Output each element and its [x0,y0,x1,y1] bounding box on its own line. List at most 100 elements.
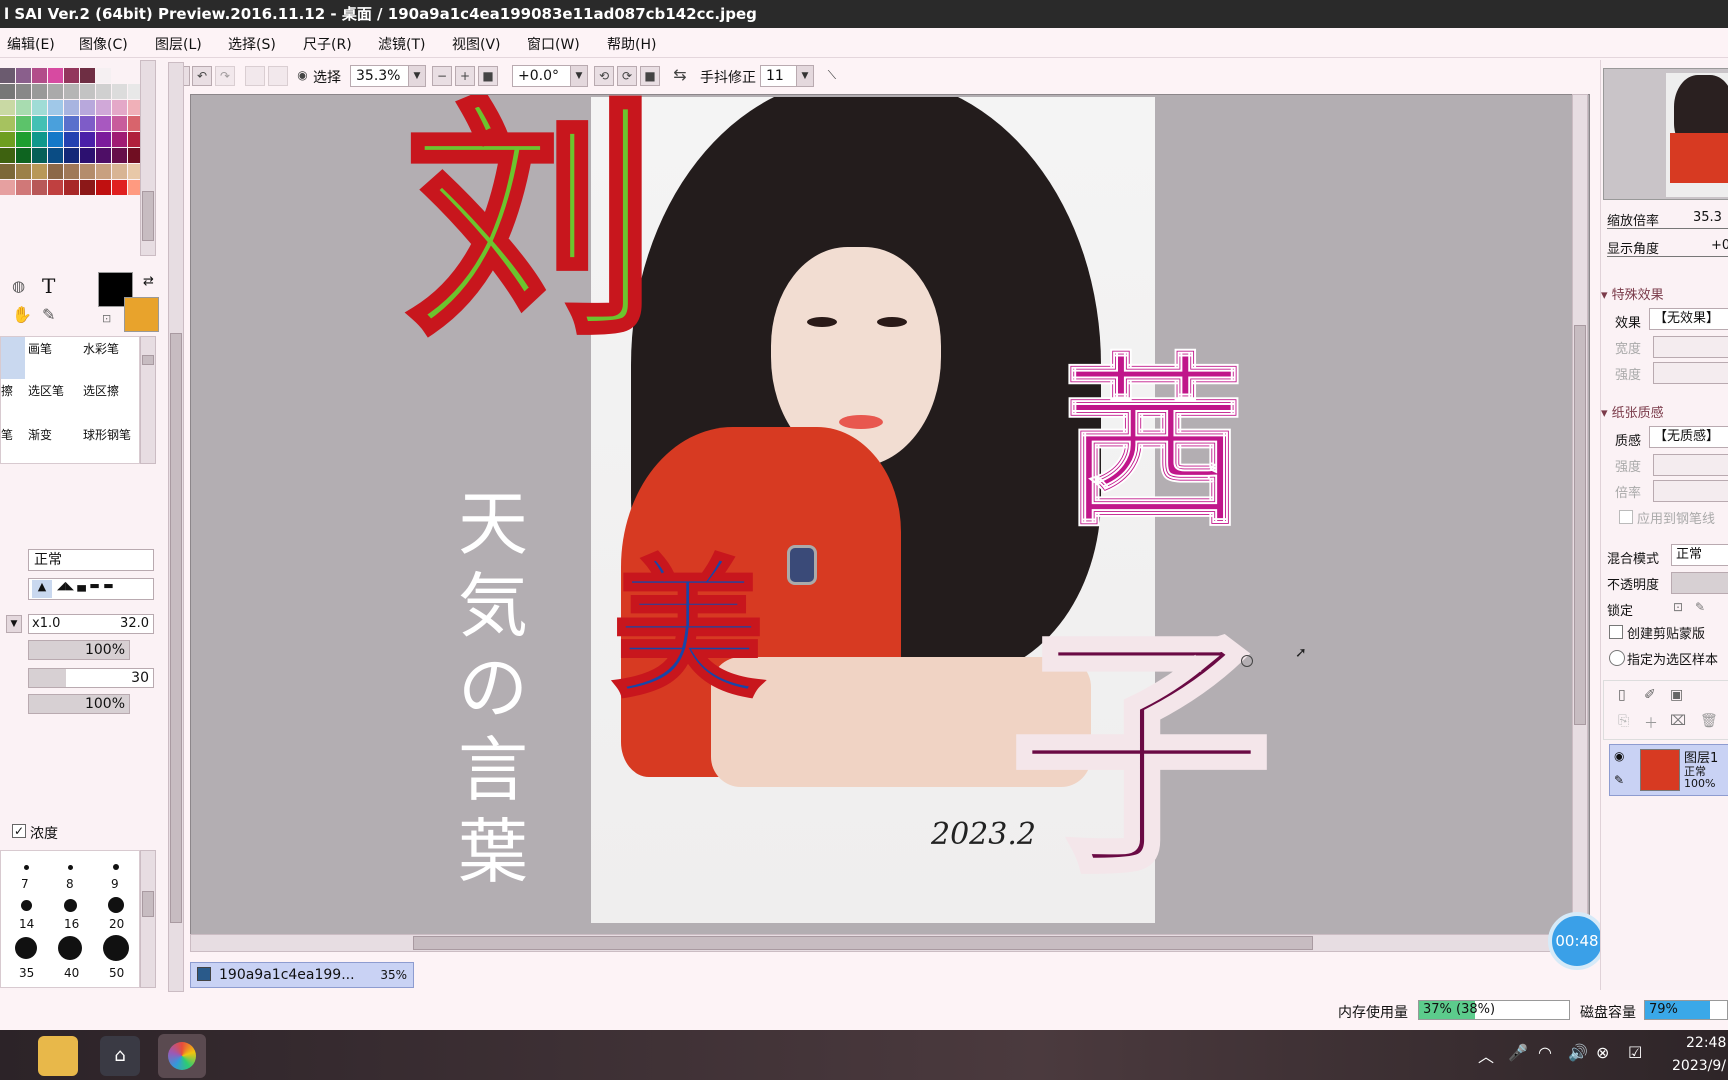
stabilizer-field[interactable]: 11 [760,65,798,87]
menu-filter[interactable]: 滤镜(T) [378,34,425,54]
undo-icon[interactable]: ↶ [192,66,212,86]
navigator-preview[interactable] [1603,68,1728,200]
tool-selection-eraser[interactable]: 选区擦 [83,382,119,399]
menu-image[interactable]: 图像(C) [79,34,128,54]
brush-size-7[interactable]: 7 [21,877,29,891]
sai-app-icon[interactable] [158,1034,206,1078]
reset-colors-icon[interactable]: ⊡ [102,312,111,325]
tool-pen-partial[interactable]: 笔 [1,426,13,443]
lock-transparency-icon[interactable]: ⊡ [1673,600,1683,614]
tool-scrollbar[interactable] [140,336,156,464]
texture-strength-field[interactable] [1653,454,1728,476]
menu-select[interactable]: 选择(S) [228,34,276,54]
shape-icon[interactable]: ◍ [12,277,25,295]
canvas-right-scrollbar[interactable] [1572,94,1588,936]
menu-view[interactable]: 视图(V) [452,34,501,54]
tool-brush[interactable]: 画笔 [28,340,52,357]
clear-layer-icon[interactable]: ⌧ [1670,713,1686,729]
secondary-color-swatch[interactable] [124,297,159,332]
canvas-left-scrollbar[interactable] [168,62,184,992]
canvas-horizontal-scrollbar[interactable] [190,934,1572,952]
layer-edit-icon[interactable]: ✎ [1614,773,1624,787]
rotate-reset-icon[interactable]: ■ [640,66,660,86]
density-slider[interactable]: 30 [28,668,154,688]
texture-scale-field[interactable] [1653,480,1728,502]
volume-icon[interactable]: 🔊 [1568,1043,1588,1062]
tool-watercolor[interactable]: 水彩笔 [83,340,119,357]
close-circle-icon[interactable]: ⊗ [1596,1043,1609,1062]
density-checkbox[interactable]: ✓ [12,824,26,838]
file-explorer-icon[interactable] [38,1036,78,1076]
nav-angle-slider[interactable] [1607,256,1728,257]
tool-sphere-pen[interactable]: 球形钢笔 [83,426,131,443]
invert-selection-icon[interactable] [268,66,288,86]
tool-eraser-partial[interactable]: 擦 [1,382,13,399]
palette-scrollbar[interactable] [140,60,156,256]
new-vector-layer-icon[interactable]: ✐ [1644,687,1656,703]
stabilizer-dropdown-icon[interactable]: ▼ [796,65,814,87]
rotate-right-icon[interactable]: ⟳ [617,66,637,86]
flip-icon[interactable]: ⇆ [670,66,690,86]
brush-size-40[interactable]: 40 [64,966,79,980]
brush-size-9[interactable]: 9 [111,877,119,891]
menu-layer[interactable]: 图层(L) [155,34,202,54]
sample-radio[interactable] [1609,650,1625,666]
brush-size-50[interactable]: 50 [109,966,124,980]
merge-down-icon[interactable]: ＋ [1644,713,1658,733]
texture-select[interactable]: 【无质感】 [1649,426,1728,448]
size-mult-dropdown-icon[interactable]: ▼ [6,615,22,633]
eye-icon[interactable]: ◉ [294,66,311,86]
canvas-area[interactable]: 2023.2 刘 茜 美 子 天 気 の 言 葉 ➚ [190,94,1590,936]
menu-ruler[interactable]: 尺子(R) [303,34,352,54]
deselect-icon[interactable] [245,66,265,86]
angle-dropdown-icon[interactable]: ▼ [570,65,588,87]
effect-strength-field[interactable] [1653,362,1728,384]
brush-size-field[interactable]: x1.0 32.0 [28,614,154,634]
recording-timer[interactable]: 00:48 [1548,912,1606,970]
tool-selection-pen[interactable]: 选区笔 [28,382,64,399]
brush-size-35[interactable]: 35 [19,966,34,980]
checkbox-icon[interactable]: ☑ [1628,1043,1642,1062]
redo-icon[interactable]: ↷ [215,66,235,86]
wifi-icon[interactable]: ◠ [1538,1043,1552,1062]
menu-edit[interactable]: 编辑(E) [7,34,55,54]
zoom-field[interactable]: 35.3% [350,65,410,87]
layer-blend-select[interactable]: 正常 [1671,544,1728,566]
tool-gradient[interactable]: 渐变 [28,426,52,443]
brush-size-scrollbar[interactable] [140,850,156,988]
tray-expand-icon[interactable]: ︿ [1478,1043,1494,1067]
new-layer-icon[interactable]: ▯ [1618,687,1626,703]
angle-field[interactable]: +0.0° [512,65,572,87]
layer-opacity-slider[interactable] [1671,572,1728,594]
zoom-reset-icon[interactable]: ■ [478,66,498,86]
brush-size-16[interactable]: 16 [64,917,79,931]
lock-paint-icon[interactable]: ✎ [1695,600,1705,614]
zoom-in-icon[interactable]: + [455,66,475,86]
paper-header[interactable]: ▾ 纸张质感 [1601,402,1664,421]
zoom-dropdown-icon[interactable]: ▼ [408,65,426,87]
effect-select[interactable]: 【无效果】 [1649,308,1728,330]
microphone-icon[interactable]: 🎤 [1508,1043,1528,1062]
hand-icon[interactable]: ✋ [12,305,32,324]
effects-header[interactable]: ▾ 特殊效果 [1601,284,1664,303]
color-swatches[interactable] [0,68,143,293]
text-tool-icon[interactable]: T [42,274,55,298]
blend-mode-select[interactable]: 正常 [28,549,154,571]
rotate-left-icon[interactable]: ⟲ [594,66,614,86]
new-folder-icon[interactable]: ▣ [1670,687,1683,703]
eyedropper-icon[interactable]: ✎ [42,305,55,324]
layer-visibility-icon[interactable]: ◉ [1614,749,1624,763]
delete-layer-icon[interactable]: 🗑 [1700,713,1718,729]
line-icon[interactable]: ⟍ [822,66,842,86]
recorder-app-icon[interactable]: ⌂ [100,1036,140,1076]
zoom-out-icon[interactable]: − [432,66,452,86]
tool-slot-selected[interactable] [1,337,25,379]
menu-window[interactable]: 窗口(W) [527,34,580,54]
layer-item[interactable]: ◉ ✎ 图层1 正常 100% [1609,744,1728,796]
min-size-slider[interactable]: 100% [28,640,130,660]
copy-layer-icon[interactable]: ⎘ [1618,713,1629,729]
nav-zoom-slider[interactable] [1607,228,1728,229]
brush-size-14[interactable]: 14 [19,917,34,931]
swap-colors-icon[interactable]: ⇄ [143,274,154,289]
effect-width-field[interactable] [1653,336,1728,358]
